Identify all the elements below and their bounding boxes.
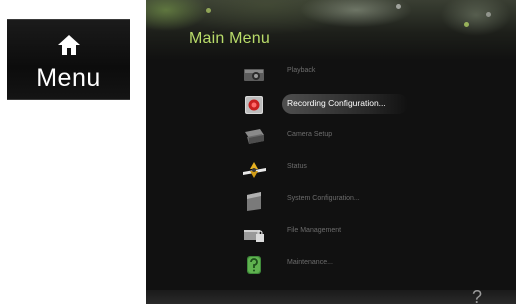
menu-item-label: File Management (287, 227, 342, 234)
menu-button[interactable]: Menu (7, 19, 130, 100)
home-icon (58, 35, 80, 55)
menu-item-system-configuration[interactable]: System Configuration... (146, 188, 516, 214)
status-icon (243, 162, 266, 178)
menu-item-recording-configuration[interactable]: Recording Configuration... (146, 92, 516, 118)
menu-item-label: System Configuration... (287, 195, 360, 202)
file-management-icon (244, 230, 264, 242)
menu-item-label: Recording Configuration... (287, 98, 386, 108)
menu-item-label: Maintenance... (287, 259, 333, 266)
footer-bar (146, 290, 516, 304)
camera-setup-icon (245, 129, 264, 144)
menu-item-status[interactable]: Status (146, 156, 516, 182)
menu-item-label: Status (287, 163, 307, 170)
menu-label: Menu (36, 64, 101, 92)
menu-item-camera-setup[interactable]: Camera Setup (146, 124, 516, 150)
menu-item-label: Camera Setup (287, 131, 333, 138)
record-icon (245, 96, 263, 114)
menu-item-maintenance[interactable]: Maintenance... (146, 252, 516, 278)
help-icon[interactable]: ? (472, 288, 488, 304)
maintenance-icon (247, 256, 261, 274)
menu-item-label: Playback (287, 67, 316, 74)
main-menu-window: Main Menu Playback Recording Configurati… (146, 0, 516, 304)
menu-item-file-management[interactable]: File Management (146, 220, 516, 246)
system-config-icon (247, 192, 261, 211)
page-title: Main Menu (189, 30, 270, 47)
menu-item-playback[interactable]: Playback (146, 60, 516, 86)
camera-icon (244, 69, 264, 81)
